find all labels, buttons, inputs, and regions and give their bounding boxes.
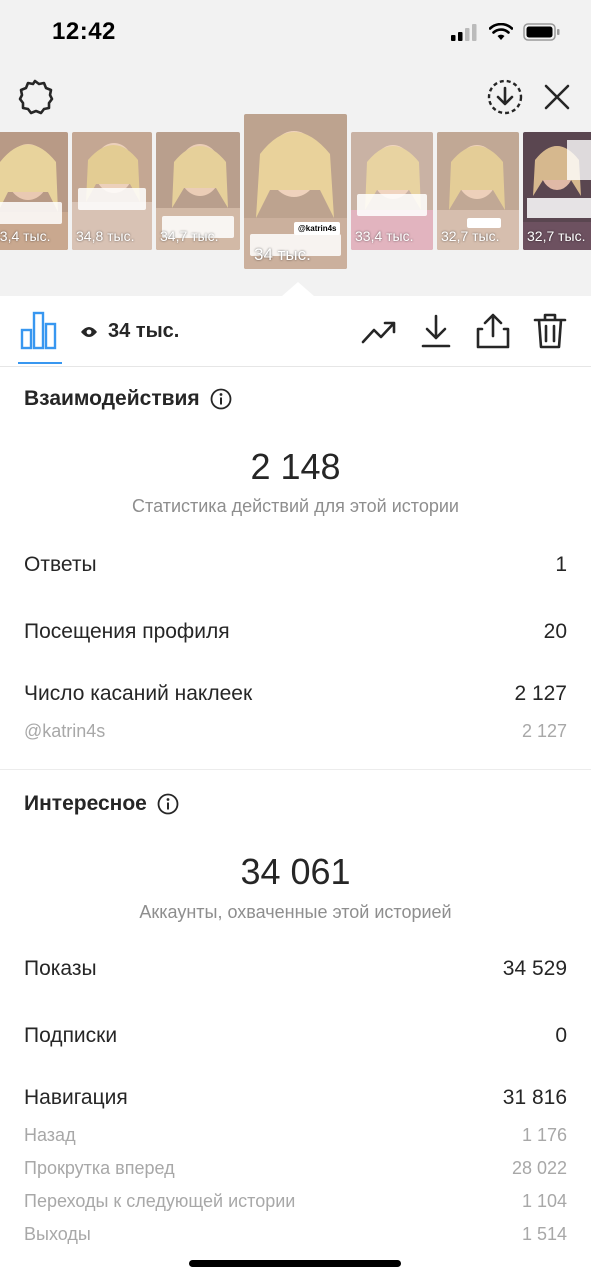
share-button[interactable]	[474, 312, 512, 350]
interactions-total: 2 148	[250, 446, 341, 487]
stat-value: 31 816	[502, 1086, 567, 1109]
thumbnail-views: 32,7 тыс.	[441, 228, 500, 244]
download-icon	[421, 314, 451, 348]
download-button[interactable]	[417, 312, 455, 350]
story-thumbnail-strip[interactable]: 33,4 тыс. 34,8 тыс. 34,7 тыс. @katrin4s …	[0, 114, 591, 284]
signal-icon	[451, 24, 477, 41]
stat-value: 34 529	[502, 957, 567, 980]
stat-label: Посещения профиля	[24, 620, 230, 643]
info-icon[interactable]	[210, 388, 232, 410]
thumbnail-views: 32,7 тыс.	[527, 228, 586, 244]
story-strip-area: 33,4 тыс. 34,8 тыс. 34,7 тыс. @katrin4s …	[0, 64, 591, 296]
stat-label: Назад	[24, 1125, 76, 1145]
selected-story-pointer	[282, 282, 314, 296]
status-bar: 12:42	[0, 0, 591, 64]
viewers-count: 34 тыс.	[108, 320, 180, 342]
stat-row-replies: Ответы 1	[24, 553, 567, 577]
discovery-section-title: Интересное	[24, 792, 179, 816]
discovery-title: Интересное	[24, 792, 147, 815]
stat-label: Ответы	[24, 553, 97, 576]
stat-label: Прокрутка вперед	[24, 1158, 175, 1178]
stat-subrow-next-story: Переходы к следующей истории 1 104	[24, 1191, 567, 1212]
stat-label: Число касаний наклеек	[24, 682, 253, 705]
stat-label: Выходы	[24, 1224, 91, 1244]
stat-value: 1 104	[521, 1191, 567, 1211]
eye-icon	[81, 326, 97, 337]
bar-chart-icon	[20, 311, 57, 350]
insights-tab[interactable]	[20, 310, 58, 350]
wifi-icon	[489, 23, 513, 40]
download-circle-icon	[487, 79, 523, 115]
info-icon[interactable]	[157, 793, 179, 815]
stat-value: 28 022	[511, 1158, 567, 1178]
stat-label: @katrin4s	[24, 721, 106, 741]
stat-subrow-mention: @katrin4s 2 127	[24, 721, 567, 742]
story-thumbnail[interactable]: 34,7 тыс.	[156, 132, 240, 250]
stat-subrow-exits: Выходы 1 514	[24, 1224, 567, 1245]
stat-value: 1 176	[521, 1125, 567, 1145]
stat-value: 2 127	[521, 721, 567, 741]
mention-sticker	[467, 218, 501, 228]
stat-row-navigation: Навигация 31 816	[24, 1086, 567, 1110]
section-divider	[0, 769, 591, 770]
stat-subrow-forward: Прокрутка вперед 28 022	[24, 1158, 567, 1179]
stat-value: 2 127	[514, 682, 567, 705]
gear-icon	[18, 79, 54, 115]
promote-button[interactable]	[360, 312, 398, 350]
discovery-total: 34 061	[240, 851, 351, 892]
stat-row-follows: Подписки 0	[24, 1024, 567, 1048]
interactions-title: Взаимодействия	[24, 387, 200, 410]
insights-toolbar: 34 тыс.	[0, 296, 591, 367]
thumbnail-views: 33,4 тыс.	[355, 228, 414, 244]
thumbnail-views: 34,8 тыс.	[76, 228, 135, 244]
stat-value: 0	[555, 1024, 567, 1047]
home-indicator[interactable]	[189, 1260, 401, 1267]
settings-button[interactable]	[14, 76, 56, 118]
thumbnail-views: 33,4 тыс.	[0, 228, 51, 244]
story-thumbnail[interactable]: 32,7 тыс.	[437, 132, 519, 250]
close-icon	[544, 84, 570, 110]
story-thumbnail[interactable]: 33,4 тыс.	[0, 132, 68, 250]
close-button[interactable]	[540, 80, 574, 114]
stat-value: 1 514	[521, 1224, 567, 1244]
delete-button[interactable]	[531, 312, 569, 350]
thumbnail-views: 34 тыс.	[254, 245, 311, 264]
interactions-section-title: Взаимодействия	[24, 387, 232, 411]
battery-icon	[523, 23, 560, 41]
thumbnail-views: 34,7 тыс.	[160, 228, 219, 244]
stat-value: 1	[555, 553, 567, 576]
save-story-button[interactable]	[486, 78, 524, 116]
stat-row-impressions: Показы 34 529	[24, 957, 567, 981]
status-icons	[451, 22, 561, 42]
stat-subrow-back: Назад 1 176	[24, 1125, 567, 1146]
trash-icon	[533, 313, 567, 349]
interactions-caption: Статистика действий для этой истории	[132, 496, 459, 516]
stat-row-sticker-taps: Число касаний наклеек 2 127	[24, 682, 567, 706]
trending-up-icon	[361, 321, 396, 344]
status-time: 12:42	[52, 18, 116, 45]
stat-value: 20	[543, 620, 567, 643]
active-tab-indicator	[18, 362, 62, 364]
stat-label: Показы	[24, 957, 97, 980]
discovery-caption: Аккаунты, охваченные этой историей	[139, 902, 452, 922]
story-thumbnail[interactable]: 32,7 тыс.	[523, 132, 591, 250]
story-thumbnail-selected[interactable]: @katrin4s 34 тыс.	[244, 114, 347, 269]
share-icon	[476, 313, 510, 349]
stat-label: Подписки	[24, 1024, 118, 1047]
story-thumbnail[interactable]: 33,4 тыс.	[351, 132, 433, 250]
stat-row-profile-visits: Посещения профиля 20	[24, 620, 567, 644]
stat-label: Навигация	[24, 1086, 128, 1109]
story-thumbnail[interactable]: 34,8 тыс.	[72, 132, 152, 250]
stat-label: Переходы к следующей истории	[24, 1191, 296, 1211]
viewers-button[interactable]: 34 тыс.	[80, 320, 179, 343]
